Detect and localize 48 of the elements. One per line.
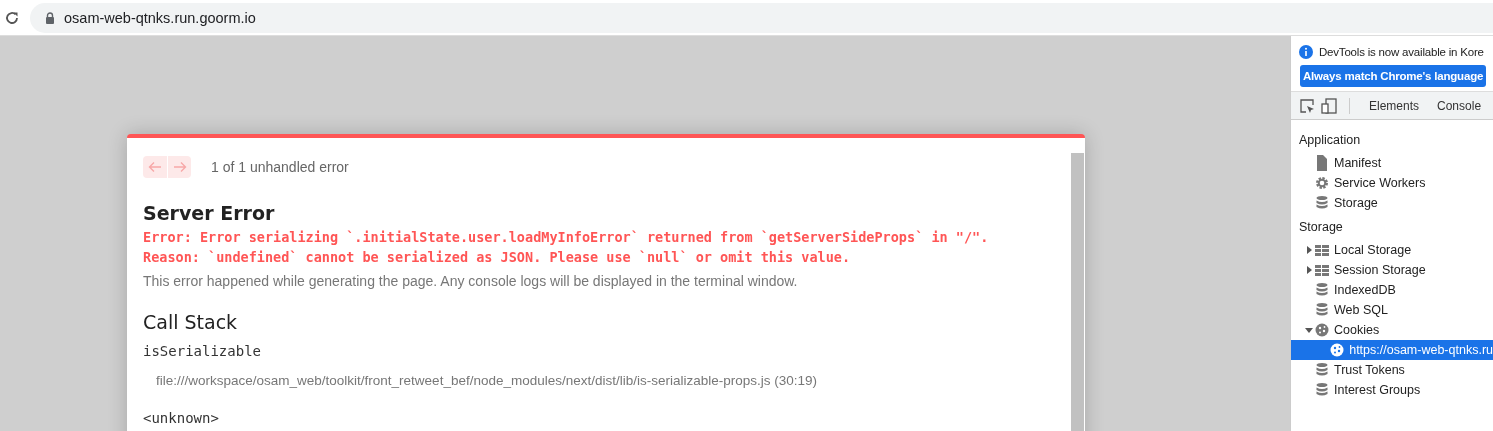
tree-item[interactable]: Web SQL [1291, 300, 1493, 320]
left-arrow-icon [148, 161, 162, 173]
expanded-arrow-icon[interactable] [1305, 326, 1315, 334]
tree-item[interactable]: Session Storage [1291, 260, 1493, 280]
device-icon[interactable] [1321, 97, 1337, 114]
tree-item[interactable]: Interest Groups [1291, 380, 1493, 400]
inspect-icon[interactable] [1299, 97, 1315, 114]
tree-item[interactable]: Service Workers [1291, 173, 1493, 193]
tree-item[interactable]: https://osam-web-qtnks.ru [1291, 340, 1493, 360]
tree-item[interactable]: Storage [1291, 193, 1493, 213]
database-icon [1315, 362, 1329, 378]
file-icon [1315, 155, 1329, 171]
call-stack-title: Call Stack [143, 311, 238, 333]
devtools-tab[interactable]: Elements [1362, 94, 1427, 117]
tree-item[interactable]: Trust Tokens [1291, 360, 1493, 380]
cookie-icon [1315, 322, 1329, 338]
right-arrow-icon [172, 161, 187, 173]
tree-item[interactable]: IndexedDB [1291, 280, 1493, 300]
info-icon [1299, 45, 1313, 59]
url-text: osam-web-qtnks.run.goorm.io [64, 9, 256, 26]
error-description: This error happened while generating the page. Any console logs will be displayed in the terminal window. [143, 273, 798, 289]
tree-item[interactable]: Manifest [1291, 153, 1493, 173]
error-message: Reason: `undefined` cannot be serialized as JSON. Please use `null` or omit this value. [143, 248, 851, 267]
cookie-icon [1330, 342, 1345, 358]
database-icon [1315, 302, 1329, 318]
tree-item[interactable]: Cookies [1291, 320, 1493, 340]
scrollbar[interactable] [1071, 153, 1084, 431]
database-icon [1315, 282, 1329, 298]
error-title: Server Error [143, 202, 275, 224]
section-title: Storage [1299, 220, 1343, 234]
stack-location: file:///workspace/osam_web/toolkit/front_retweet_bef/node_modules/next/dist/lib/is-serializable-props.js (30:19) [156, 373, 818, 388]
database-icon [1315, 195, 1329, 211]
grid-icon [1315, 262, 1329, 278]
error-count: 1 of 1 unhandled error [211, 159, 349, 175]
error-message: Error: Error serializing `.initialState.user.loadMyInfoError` returned from `getServerSideProps` in "/". [143, 228, 989, 247]
language-button[interactable]: Always match Chrome's language [1300, 65, 1487, 87]
lock-icon [45, 11, 55, 24]
address-bar[interactable]: osam-web-qtnks.run.goorm.io [30, 2, 1493, 33]
tree-item[interactable]: Local Storage [1291, 240, 1493, 260]
gear-icon [1315, 175, 1329, 191]
stack-function: isSerializable [143, 343, 261, 359]
section-title: Application [1299, 133, 1361, 147]
devtools-tab[interactable]: Console [1430, 94, 1489, 117]
notice-text: DevTools is now available in Kore [1319, 46, 1484, 58]
grid-icon [1315, 242, 1329, 258]
reload-icon[interactable] [4, 9, 20, 26]
stack-function: <unknown> [143, 410, 219, 426]
database-icon [1315, 382, 1329, 398]
